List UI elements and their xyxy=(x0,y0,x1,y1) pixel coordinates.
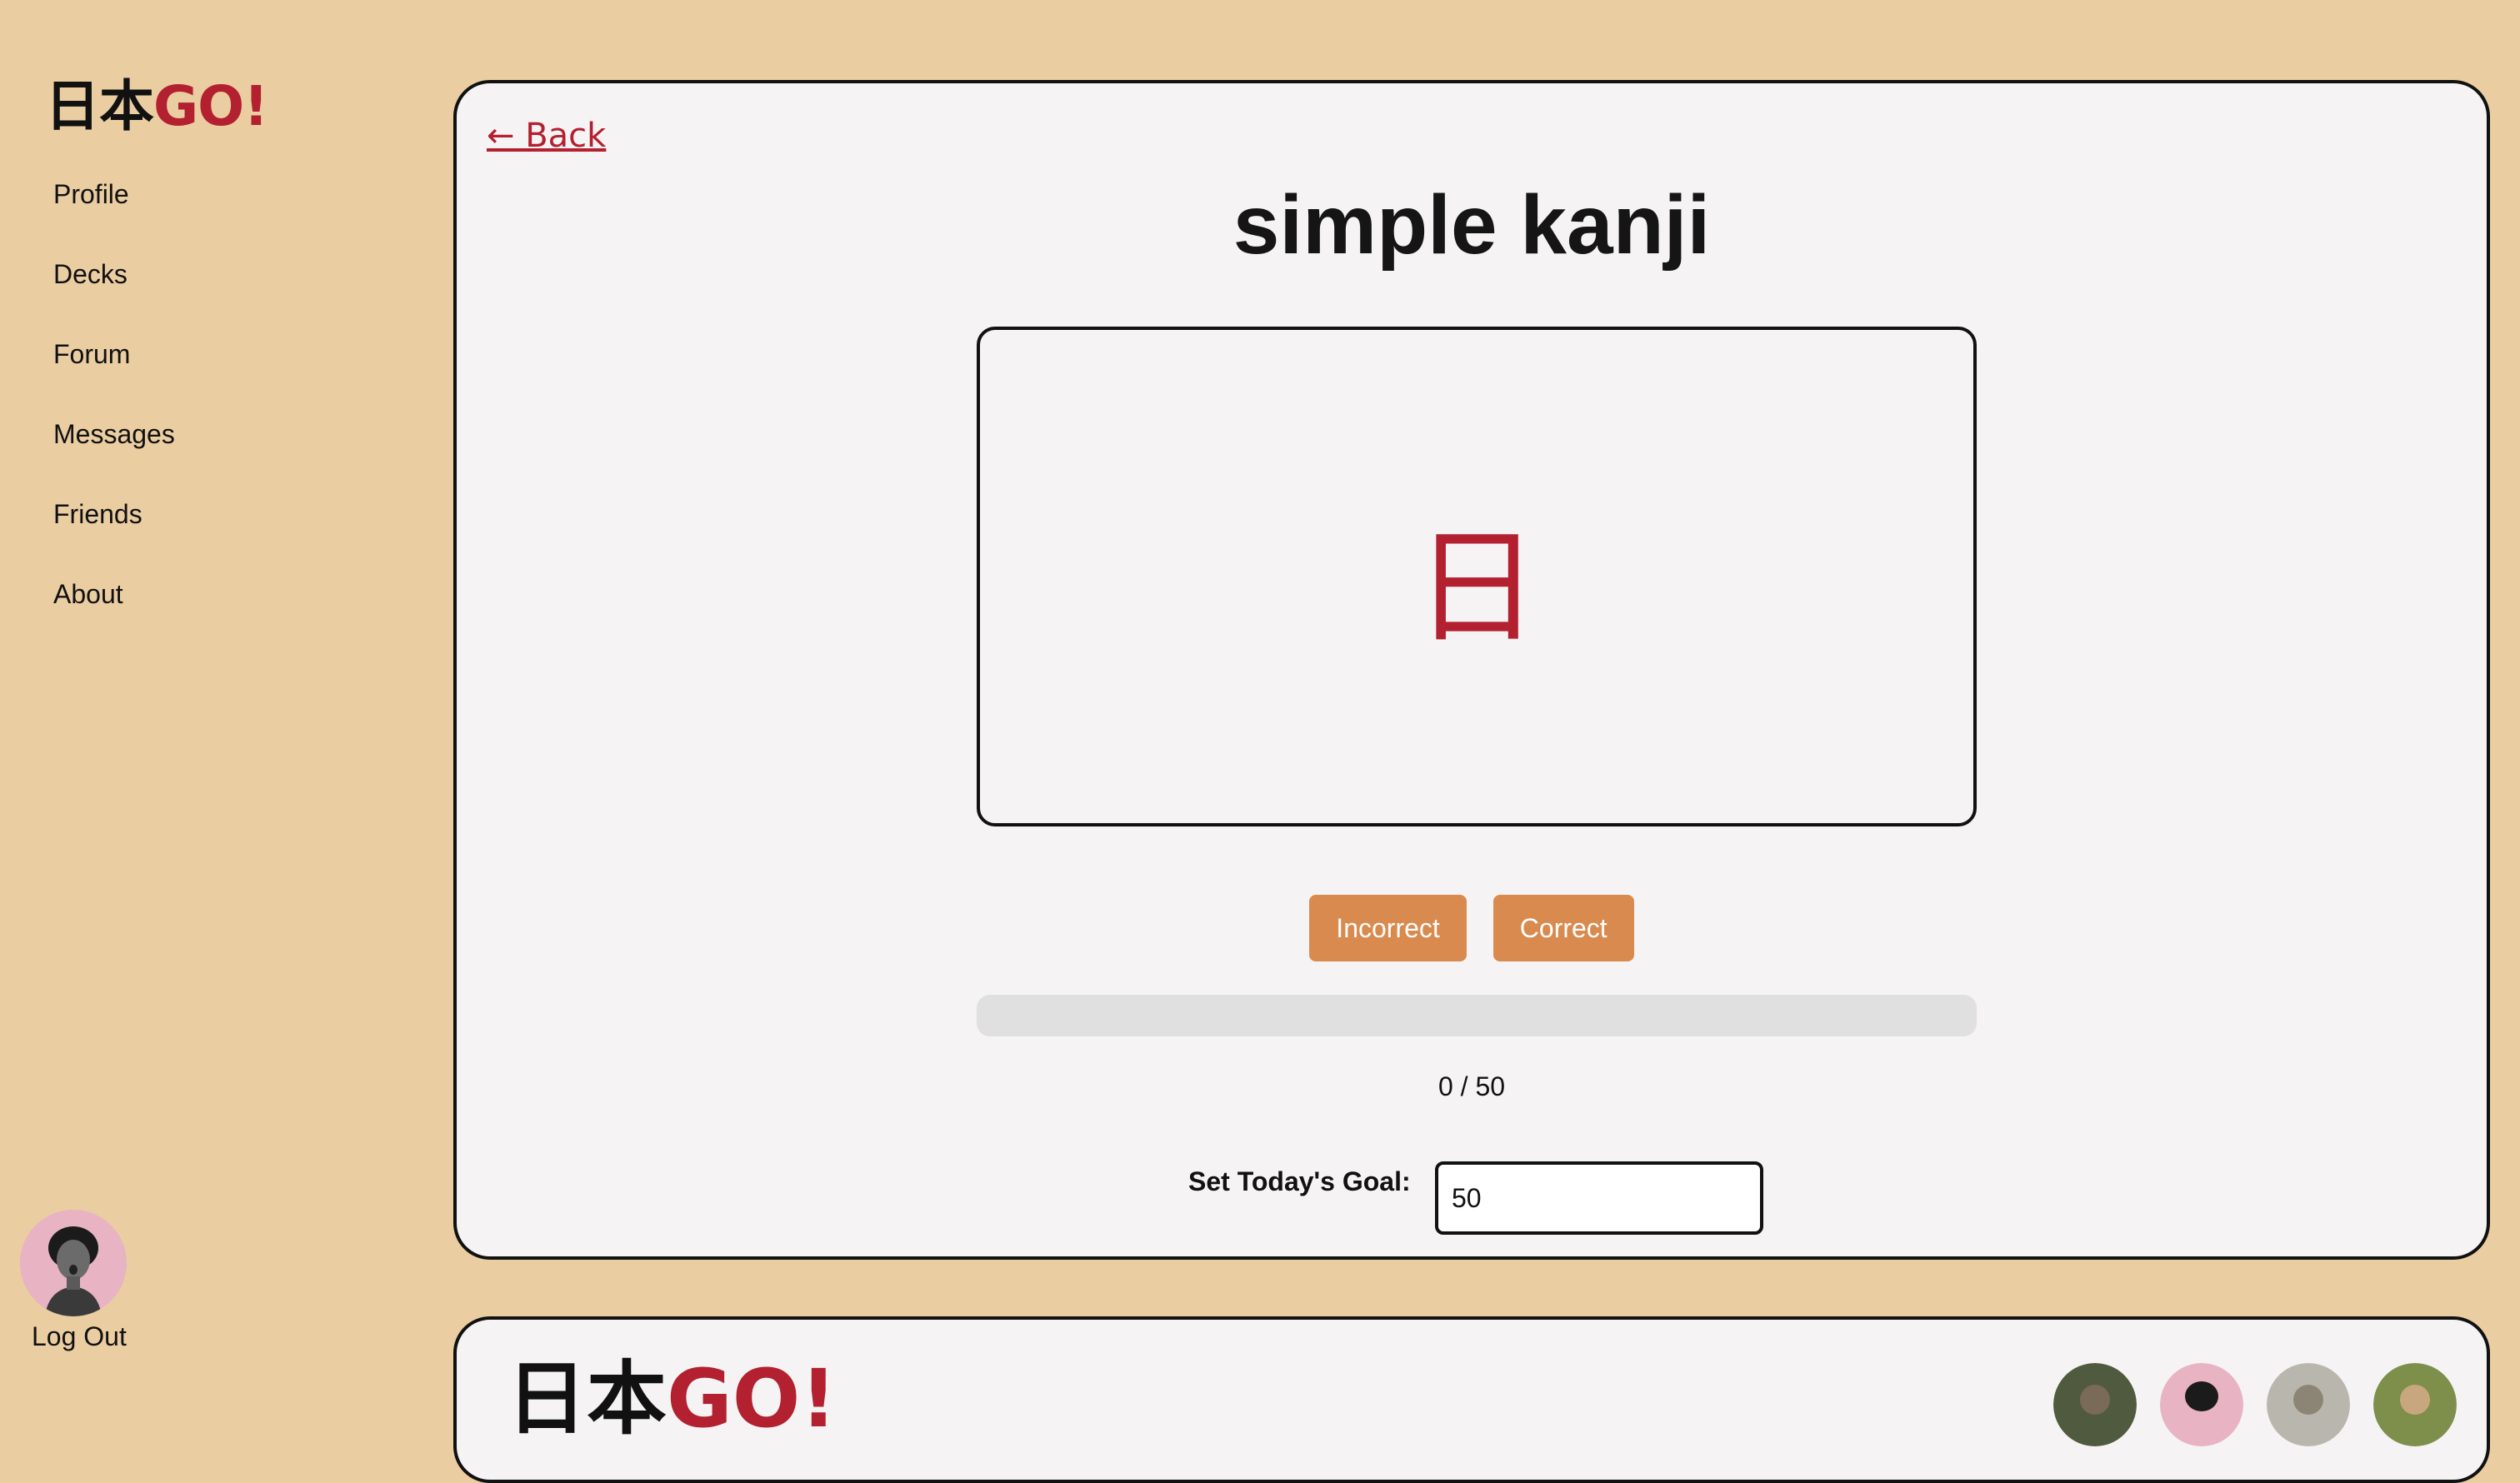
progress-count: 0 / 50 xyxy=(1438,1071,1506,1101)
correct-button[interactable]: Correct xyxy=(1492,895,1634,961)
footer-logo: 日本GO! xyxy=(507,1353,837,1445)
friend-avatar-icon[interactable] xyxy=(2267,1363,2350,1446)
friend-avatar-icon[interactable] xyxy=(2373,1363,2457,1446)
study-card-panel: ← Back simple kanji 日 Incorrect Correct … xyxy=(453,80,2490,1260)
deck-title: simple kanji xyxy=(1232,178,1711,272)
footer-logo-jp-text: 日本 xyxy=(507,1352,667,1446)
goal-label: Set Today's Goal: xyxy=(1188,1166,1411,1196)
flashcard[interactable]: 日 xyxy=(977,327,1977,826)
friend-avatar-icon[interactable] xyxy=(2053,1363,2137,1446)
sidebar-nav: Profile Decks Forum Messages Friends Abo… xyxy=(53,172,175,652)
incorrect-button[interactable]: Incorrect xyxy=(1309,895,1467,961)
footer-card: 日本GO! xyxy=(453,1316,2490,1483)
logout-link[interactable]: Log Out xyxy=(32,1318,127,1355)
sidebar-item-forum[interactable]: Forum xyxy=(53,332,175,412)
user-avatar[interactable] xyxy=(20,1210,127,1316)
flashcard-front-text: 日 xyxy=(1413,515,1539,661)
goal-input[interactable] xyxy=(1435,1161,1763,1235)
logo-go-text: GO! xyxy=(153,74,268,138)
answer-buttons: Incorrect Correct xyxy=(457,895,2487,961)
user-avatar-icon xyxy=(20,1210,127,1316)
footer-logo-go-text: GO! xyxy=(667,1352,838,1446)
back-link[interactable]: ← Back xyxy=(487,117,606,155)
sidebar-item-messages[interactable]: Messages xyxy=(53,412,175,492)
sidebar-item-decks[interactable]: Decks xyxy=(53,252,175,332)
friend-avatar-icon[interactable] xyxy=(2160,1363,2243,1446)
friend-avatars xyxy=(2053,1363,2457,1446)
sidebar-item-friends[interactable]: Friends xyxy=(53,492,175,572)
app-logo[interactable]: 日本GO! xyxy=(45,73,268,140)
sidebar-item-profile[interactable]: Profile xyxy=(53,172,175,252)
sidebar-item-about[interactable]: About xyxy=(53,572,175,652)
logo-jp-text: 日本 xyxy=(45,74,154,138)
progress-bar xyxy=(977,995,1977,1036)
